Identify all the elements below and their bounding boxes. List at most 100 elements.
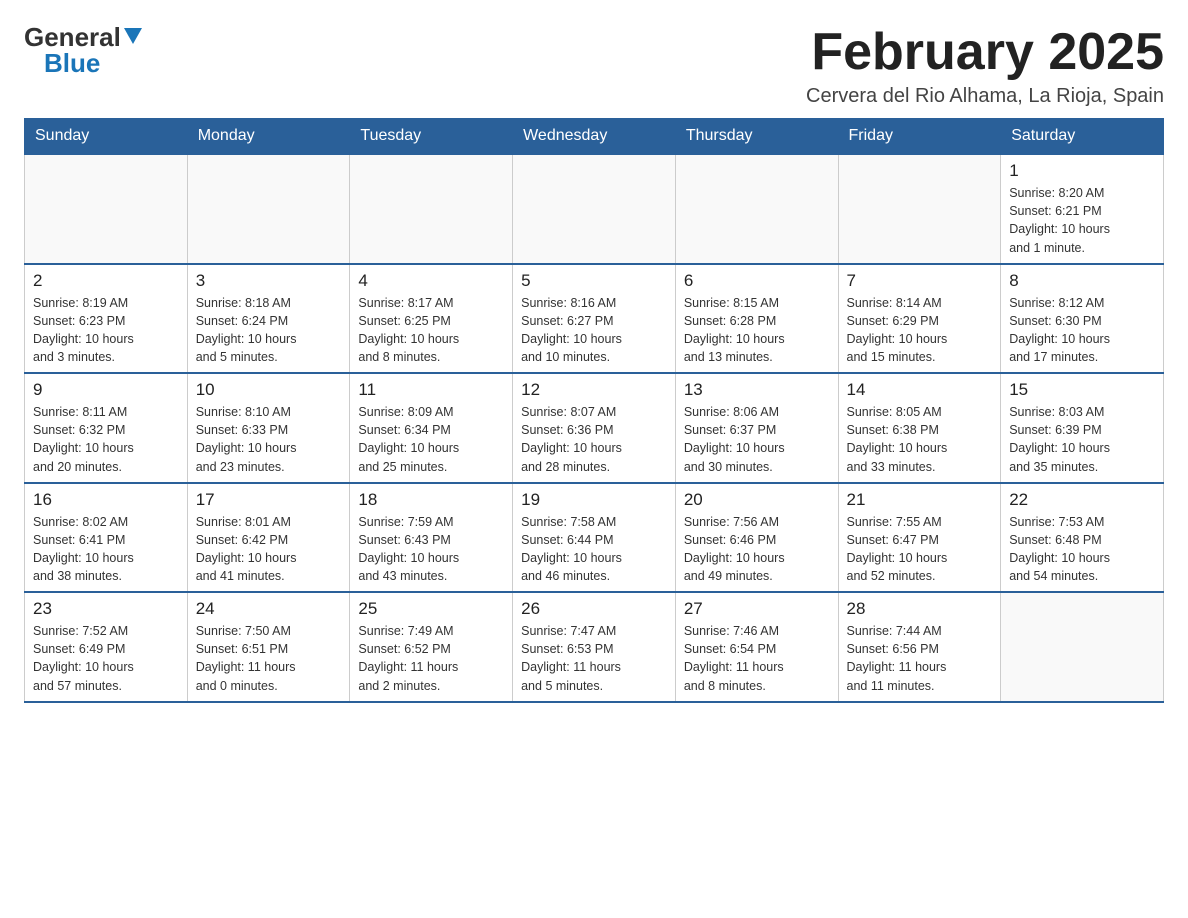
table-row: 2 Sunrise: 8:19 AM Sunset: 6:23 PM Daylig… [25, 264, 188, 374]
day-info: Sunrise: 8:10 AM Sunset: 6:33 PM Dayligh… [196, 403, 342, 476]
title-block: February 2025 Cervera del Rio Alhama, La… [806, 24, 1164, 108]
day-info: Sunrise: 8:07 AM Sunset: 6:36 PM Dayligh… [521, 403, 667, 476]
day-number: 23 [33, 599, 179, 619]
day-number: 4 [358, 271, 504, 291]
calendar-week-row: 1 Sunrise: 8:20 AM Sunset: 6:21 PM Daylig… [25, 154, 1164, 264]
day-number: 2 [33, 271, 179, 291]
logo: General Blue [24, 24, 142, 76]
table-row: 21Sunrise: 7:55 AM Sunset: 6:47 PM Dayli… [838, 483, 1001, 593]
day-number: 11 [358, 380, 504, 400]
day-number: 12 [521, 380, 667, 400]
table-row: 18Sunrise: 7:59 AM Sunset: 6:43 PM Dayli… [350, 483, 513, 593]
col-tuesday: Tuesday [350, 119, 513, 155]
calendar-table: Sunday Monday Tuesday Wednesday Thursday… [24, 118, 1164, 703]
day-number: 9 [33, 380, 179, 400]
table-row [187, 154, 350, 264]
day-info: Sunrise: 8:03 AM Sunset: 6:39 PM Dayligh… [1009, 403, 1155, 476]
day-number: 22 [1009, 490, 1155, 510]
table-row: 24 Sunrise: 7:50 AM Sunset: 6:51 PM Dayli… [187, 592, 350, 702]
day-number: 7 [847, 271, 993, 291]
day-info: Sunrise: 7:56 AM Sunset: 6:46 PM Dayligh… [684, 513, 830, 586]
day-number: 25 [358, 599, 504, 619]
day-number: 10 [196, 380, 342, 400]
day-info: Sunrise: 8:14 AM Sunset: 6:29 PM Dayligh… [847, 294, 993, 367]
table-row: 10 Sunrise: 8:10 AM Sunset: 6:33 PM Dayli… [187, 373, 350, 483]
day-info: Sunrise: 7:46 AM Sunset: 6:54 PM Dayligh… [684, 622, 830, 695]
day-number: 26 [521, 599, 667, 619]
col-saturday: Saturday [1001, 119, 1164, 155]
table-row [25, 154, 188, 264]
day-number: 20 [684, 490, 830, 510]
table-row: 15 Sunrise: 8:03 AM Sunset: 6:39 PM Dayli… [1001, 373, 1164, 483]
day-info: Sunrise: 7:53 AM Sunset: 6:48 PM Dayligh… [1009, 513, 1155, 586]
calendar-week-row: 23 Sunrise: 7:52 AM Sunset: 6:49 PM Dayli… [25, 592, 1164, 702]
day-number: 8 [1009, 271, 1155, 291]
day-number: 27 [684, 599, 830, 619]
table-row: 27 Sunrise: 7:46 AM Sunset: 6:54 PM Dayli… [675, 592, 838, 702]
day-number: 5 [521, 271, 667, 291]
table-row: 25 Sunrise: 7:49 AM Sunset: 6:52 PM Dayli… [350, 592, 513, 702]
table-row: 16 Sunrise: 8:02 AM Sunset: 6:41 PM Dayli… [25, 483, 188, 593]
table-row: 22 Sunrise: 7:53 AM Sunset: 6:48 PM Dayli… [1001, 483, 1164, 593]
table-row: 7 Sunrise: 8:14 AM Sunset: 6:29 PM Daylig… [838, 264, 1001, 374]
day-number: 6 [684, 271, 830, 291]
day-info: Sunrise: 8:11 AM Sunset: 6:32 PM Dayligh… [33, 403, 179, 476]
table-row: 3Sunrise: 8:18 AM Sunset: 6:24 PM Daylig… [187, 264, 350, 374]
month-title: February 2025 [806, 24, 1164, 81]
calendar-week-row: 16 Sunrise: 8:02 AM Sunset: 6:41 PM Dayli… [25, 483, 1164, 593]
logo-general-text: General [24, 24, 121, 50]
calendar-week-row: 2 Sunrise: 8:19 AM Sunset: 6:23 PM Daylig… [25, 264, 1164, 374]
day-number: 24 [196, 599, 342, 619]
col-monday: Monday [187, 119, 350, 155]
day-info: Sunrise: 7:52 AM Sunset: 6:49 PM Dayligh… [33, 622, 179, 695]
day-info: Sunrise: 8:01 AM Sunset: 6:42 PM Dayligh… [196, 513, 342, 586]
table-row: 11Sunrise: 8:09 AM Sunset: 6:34 PM Dayli… [350, 373, 513, 483]
day-number: 17 [196, 490, 342, 510]
day-info: Sunrise: 7:50 AM Sunset: 6:51 PM Dayligh… [196, 622, 342, 695]
col-thursday: Thursday [675, 119, 838, 155]
table-row: 6 Sunrise: 8:15 AM Sunset: 6:28 PM Daylig… [675, 264, 838, 374]
day-number: 14 [847, 380, 993, 400]
table-row: 19Sunrise: 7:58 AM Sunset: 6:44 PM Dayli… [513, 483, 676, 593]
table-row: 14 Sunrise: 8:05 AM Sunset: 6:38 PM Dayli… [838, 373, 1001, 483]
calendar-week-row: 9 Sunrise: 8:11 AM Sunset: 6:32 PM Daylig… [25, 373, 1164, 483]
table-row: 13 Sunrise: 8:06 AM Sunset: 6:37 PM Dayli… [675, 373, 838, 483]
day-info: Sunrise: 7:59 AM Sunset: 6:43 PM Dayligh… [358, 513, 504, 586]
table-row: 1 Sunrise: 8:20 AM Sunset: 6:21 PM Daylig… [1001, 154, 1164, 264]
table-row: 28 Sunrise: 7:44 AM Sunset: 6:56 PM Dayli… [838, 592, 1001, 702]
table-row: 12 Sunrise: 8:07 AM Sunset: 6:36 PM Dayli… [513, 373, 676, 483]
table-row [350, 154, 513, 264]
logo-blue-text: Blue [44, 50, 100, 76]
table-row [675, 154, 838, 264]
day-info: Sunrise: 7:44 AM Sunset: 6:56 PM Dayligh… [847, 622, 993, 695]
page-header: General Blue February 2025 Cervera del R… [24, 24, 1164, 108]
day-number: 28 [847, 599, 993, 619]
table-row: 23 Sunrise: 7:52 AM Sunset: 6:49 PM Dayli… [25, 592, 188, 702]
day-number: 15 [1009, 380, 1155, 400]
day-number: 13 [684, 380, 830, 400]
table-row: 20 Sunrise: 7:56 AM Sunset: 6:46 PM Dayli… [675, 483, 838, 593]
day-info: Sunrise: 8:05 AM Sunset: 6:38 PM Dayligh… [847, 403, 993, 476]
table-row: 4 Sunrise: 8:17 AM Sunset: 6:25 PM Daylig… [350, 264, 513, 374]
table-row: 17 Sunrise: 8:01 AM Sunset: 6:42 PM Dayli… [187, 483, 350, 593]
day-info: Sunrise: 7:58 AM Sunset: 6:44 PM Dayligh… [521, 513, 667, 586]
day-info: Sunrise: 8:06 AM Sunset: 6:37 PM Dayligh… [684, 403, 830, 476]
day-info: Sunrise: 8:16 AM Sunset: 6:27 PM Dayligh… [521, 294, 667, 367]
day-info: Sunrise: 8:02 AM Sunset: 6:41 PM Dayligh… [33, 513, 179, 586]
day-info: Sunrise: 8:17 AM Sunset: 6:25 PM Dayligh… [358, 294, 504, 367]
table-row: 5 Sunrise: 8:16 AM Sunset: 6:27 PM Daylig… [513, 264, 676, 374]
table-row [513, 154, 676, 264]
day-info: Sunrise: 7:55 AM Sunset: 6:47 PM Dayligh… [847, 513, 993, 586]
day-info: Sunrise: 8:20 AM Sunset: 6:21 PM Dayligh… [1009, 184, 1155, 257]
day-number: 1 [1009, 161, 1155, 181]
day-number: 16 [33, 490, 179, 510]
table-row: 9 Sunrise: 8:11 AM Sunset: 6:32 PM Daylig… [25, 373, 188, 483]
day-info: Sunrise: 8:15 AM Sunset: 6:28 PM Dayligh… [684, 294, 830, 367]
day-info: Sunrise: 7:49 AM Sunset: 6:52 PM Dayligh… [358, 622, 504, 695]
table-row: 8Sunrise: 8:12 AM Sunset: 6:30 PM Daylig… [1001, 264, 1164, 374]
day-info: Sunrise: 8:19 AM Sunset: 6:23 PM Dayligh… [33, 294, 179, 367]
table-row [1001, 592, 1164, 702]
day-number: 3 [196, 271, 342, 291]
table-row: 26Sunrise: 7:47 AM Sunset: 6:53 PM Dayli… [513, 592, 676, 702]
col-wednesday: Wednesday [513, 119, 676, 155]
